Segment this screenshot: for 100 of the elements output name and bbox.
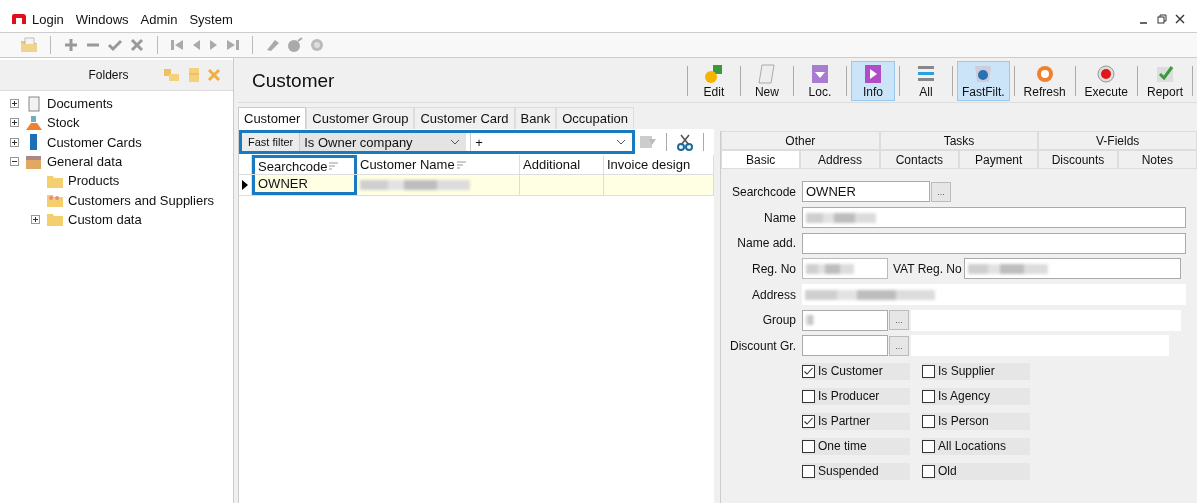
checkbox[interactable]: Suspended [802,462,910,480]
checkbox-icon[interactable] [802,364,815,378]
delete-icon[interactable] [207,68,221,82]
tab[interactable]: Customer Group [306,107,415,129]
document-icon [755,64,778,84]
tree-item[interactable]: Customers and Suppliers [68,192,214,208]
checkbox-icon[interactable] [922,439,935,453]
column-header[interactable]: Invoice design [604,155,714,174]
column-header[interactable]: Customer Name [357,155,520,174]
checkbox[interactable]: All Locations [922,437,1030,455]
checkbox[interactable]: One time [802,437,910,455]
checkbox[interactable]: Is Person [922,412,1030,430]
tab[interactable]: Other [721,131,880,150]
tab[interactable]: Notes [1117,150,1197,169]
expander-icon[interactable] [10,137,19,147]
field-label: Group [761,313,796,328]
checkbox-icon[interactable] [922,364,935,378]
field-label: Address [750,287,796,302]
toolbar-button[interactable]: Execute [1079,61,1133,101]
input-field[interactable] [802,335,888,357]
tab[interactable]: Tasks [879,131,1039,150]
edit-icon [702,64,725,84]
tree-item[interactable]: General data [47,154,123,170]
menu-item[interactable]: Windows [75,11,129,27]
browse-button[interactable]: ... [889,335,909,356]
input-field[interactable] [802,232,1186,254]
checkbox-icon[interactable] [802,389,815,403]
checkbox-icon[interactable] [922,389,935,403]
tab[interactable]: Bank [514,107,557,129]
tree-item[interactable]: Custom data [68,211,142,227]
menu-item[interactable]: Admin [140,11,178,27]
toolbar-button[interactable]: Info [850,61,895,101]
tab[interactable]: Customer [238,107,307,129]
tab[interactable]: Occupation [556,107,634,129]
tree-item[interactable]: Customer Cards [47,134,142,150]
tab[interactable]: Discounts [1038,150,1118,169]
toolbar-button[interactable]: FastFilt. [956,61,1010,101]
export-icon[interactable] [639,134,658,150]
checkbox-icon[interactable] [922,414,935,428]
checkbox[interactable]: Is Producer [802,387,910,405]
last-icon[interactable] [226,37,240,53]
folders-icon[interactable] [163,67,181,83]
tab[interactable]: Basic [721,150,801,169]
checkbox[interactable]: Is Agency [922,387,1030,405]
tree-item[interactable]: Stock [47,115,80,131]
tab[interactable]: Contacts [879,150,959,169]
menu-item[interactable]: Login [32,11,64,27]
toolbar-button[interactable]: Refresh [1018,61,1071,101]
toolbar-button[interactable]: Edit [691,61,736,101]
filter-button[interactable]: Fast filter [242,133,301,151]
checkbox[interactable]: Is Partner [802,412,910,430]
field-label: Name add. [736,236,796,251]
input-field[interactable] [802,207,1186,229]
cancel-icon[interactable] [129,37,145,53]
toolbar-button[interactable]: New [744,61,789,101]
toolbar-button[interactable]: Report [1141,61,1188,101]
field-label: Name [763,210,796,225]
pen-icon[interactable] [265,37,281,53]
expander-icon[interactable] [31,214,40,224]
input-field[interactable] [802,258,888,280]
input-field[interactable] [963,258,1181,280]
restore-icon[interactable] [1157,14,1167,24]
checkbox[interactable]: Is Customer [802,362,910,380]
field-label: Searchcode [730,184,796,199]
column-header[interactable]: Additional [520,155,604,174]
checkbox[interactable]: Is Supplier [922,362,1030,380]
browse-button[interactable]: ... [931,181,951,202]
tree-item[interactable]: Products [68,173,120,189]
close-icon[interactable] [1175,14,1185,24]
filter-dropdown[interactable]: Is Owner company [300,133,467,151]
browse-button[interactable]: ... [889,310,909,331]
tab[interactable]: Customer Card [414,107,515,129]
panel-title: Folders [87,68,130,82]
field-label: VAT Reg. No [893,261,962,276]
input-field[interactable]: OWNER [802,181,930,203]
table-cell: OWNER [252,175,357,195]
checkbox-icon[interactable] [802,414,815,428]
checkbox-icon[interactable] [802,439,815,453]
tab[interactable]: V-Fields [1038,131,1197,150]
expander-icon[interactable] [10,118,19,128]
field-label: Discount Gr. [728,338,796,353]
menu-item[interactable]: System [189,11,233,27]
tab[interactable]: Payment [959,150,1039,169]
record-icon [1095,64,1118,84]
checkbox[interactable]: Old [922,462,1030,480]
checkbox-icon[interactable] [802,464,815,478]
checkbox-icon[interactable] [922,464,935,478]
expander-icon[interactable] [10,157,19,167]
ball-icon[interactable] [287,37,303,53]
scissors-icon[interactable] [676,133,695,151]
toolbar-button[interactable]: Loc. [797,61,842,101]
field-label: Reg. No [750,261,796,276]
check-icon[interactable] [107,37,123,53]
toolbar-button[interactable]: All [903,61,948,101]
expander-icon[interactable] [10,99,19,109]
tab[interactable]: Address [800,150,880,169]
add-icon[interactable] [63,37,79,53]
tree-item[interactable]: Documents [47,96,113,112]
first-icon[interactable] [170,37,184,53]
input-field[interactable] [802,309,888,331]
